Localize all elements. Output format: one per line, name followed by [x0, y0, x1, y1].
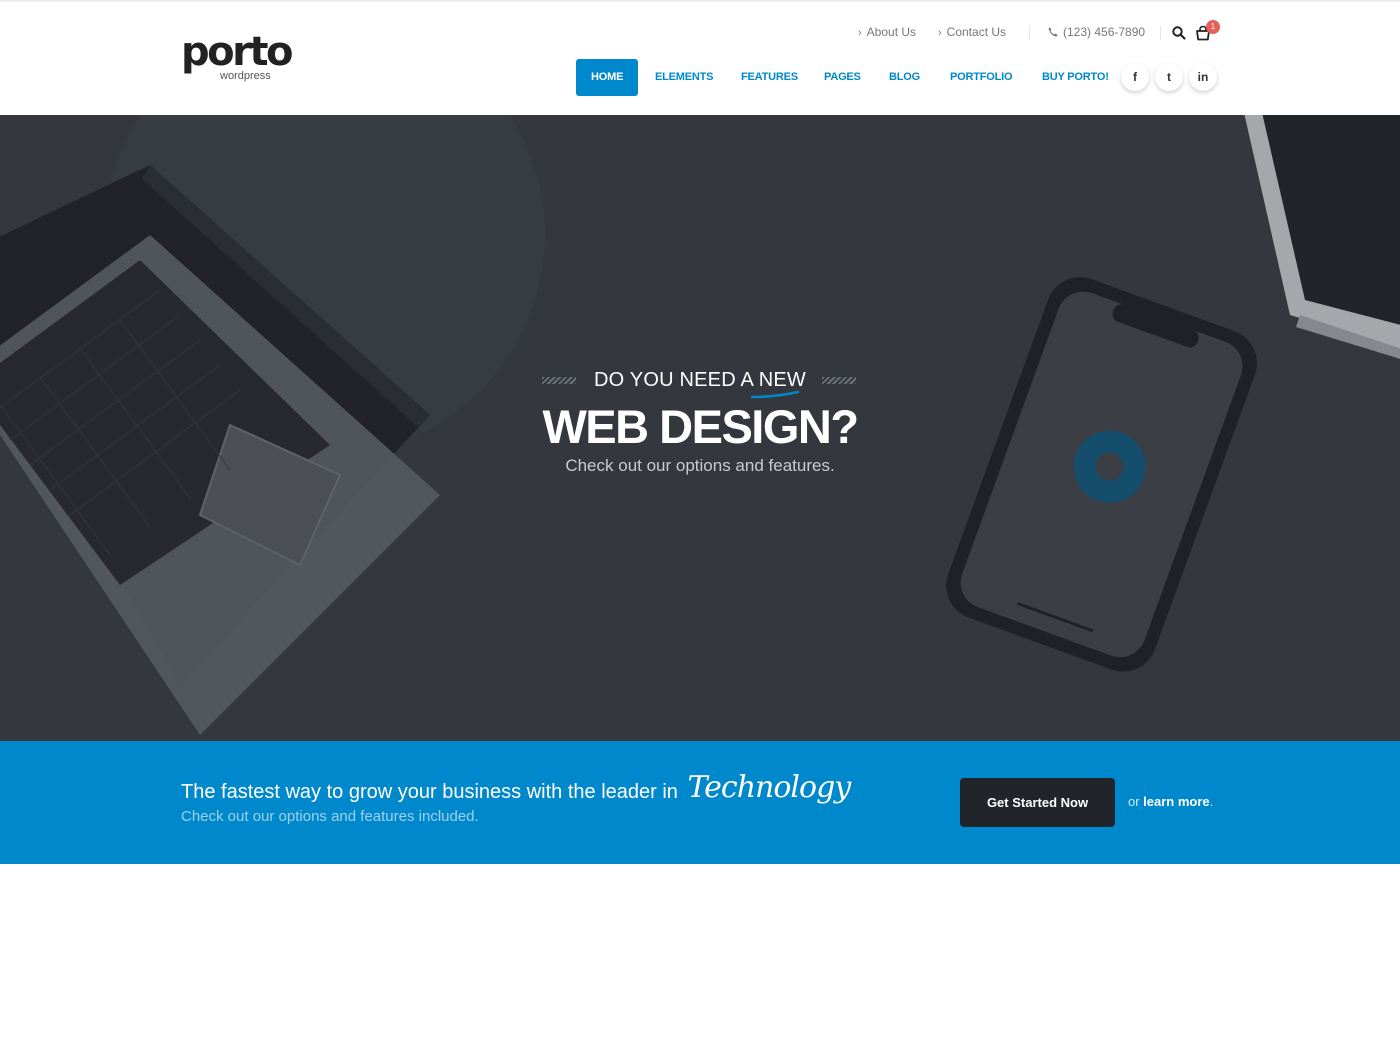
or-label: or — [1128, 794, 1144, 809]
phone-link[interactable]: (123) 456-7890 — [1048, 24, 1145, 40]
hero-slider: DO YOU NEED A NEW WEB DESIGN? Check out … — [0, 115, 1400, 741]
cta-title: The fastest way to grow your business wi… — [181, 773, 851, 805]
period: . — [1209, 794, 1214, 809]
divider — [1160, 26, 1161, 40]
cta-or-text: or learn more. — [1128, 793, 1213, 811]
search-icon[interactable] — [1172, 26, 1186, 40]
logo-word: porto — [181, 29, 293, 75]
phone-icon — [1048, 27, 1058, 37]
learn-more-link[interactable]: learn more — [1143, 794, 1209, 809]
site-logo[interactable]: porto wordpress — [181, 30, 293, 86]
call-to-action-band: The fastest way to grow your business wi… — [0, 741, 1400, 864]
hero-pretitle-a: DO YOU NEED A — [594, 369, 759, 391]
get-started-button[interactable]: Get Started Now — [960, 778, 1115, 827]
nav-elements[interactable]: ELEMENTS — [655, 59, 713, 96]
divider — [1029, 26, 1030, 40]
nav-portfolio[interactable]: PORTFOLIO — [950, 59, 1013, 96]
nav-buy-porto[interactable]: BUY PORTO! — [1042, 59, 1109, 96]
twitter-icon[interactable]: t — [1155, 63, 1183, 91]
phone-number: (123) 456-7890 — [1063, 25, 1146, 39]
nav-home[interactable]: HOME — [576, 59, 639, 96]
nav-features[interactable]: FEATURES — [741, 59, 798, 96]
hero-pretitle-b: NEW — [758, 369, 806, 391]
chevron-right-icon: › — [858, 27, 862, 39]
logo-tagline: wordpress — [220, 70, 271, 82]
cta-subtitle: Check out our options and features inclu… — [181, 808, 479, 825]
cta-highlight: Technology — [687, 770, 851, 805]
cart-count-badge: 1 — [1206, 20, 1220, 34]
hero-caption: DO YOU NEED A NEW WEB DESIGN? Check out … — [0, 115, 1400, 741]
cta-title-text: The fastest way to grow your business wi… — [181, 781, 678, 803]
about-us-label: About Us — [866, 25, 917, 39]
nav-blog[interactable]: BLOG — [889, 59, 920, 96]
facebook-icon[interactable]: f — [1121, 63, 1149, 91]
nav-pages[interactable]: PAGES — [824, 59, 861, 96]
hero-title: WEB DESIGN? — [542, 400, 859, 453]
hero-subtitle: Check out our options and features. — [565, 456, 835, 475]
chevron-right-icon: › — [938, 27, 942, 39]
contact-us-link[interactable]: › Contact Us — [938, 24, 1006, 41]
about-us-link[interactable]: › About Us — [858, 24, 916, 41]
linkedin-icon[interactable]: in — [1189, 63, 1217, 91]
contact-us-label: Contact Us — [946, 25, 1007, 39]
hero-pretitle: DO YOU NEED A NEW — [0, 367, 1400, 393]
